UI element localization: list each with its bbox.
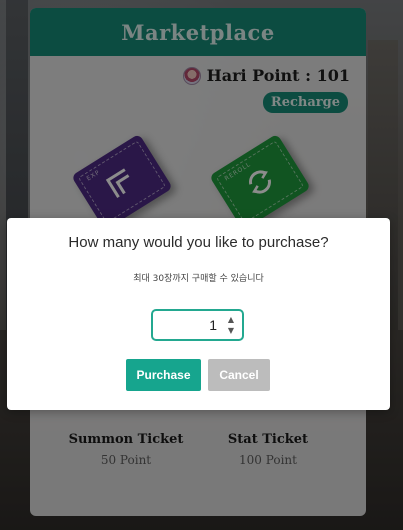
purchase-dialog: How many would you like to purchase? 최대 …: [7, 218, 390, 410]
purchase-button[interactable]: Purchase: [126, 359, 201, 391]
stepper-buttons: ▲ ▼: [225, 314, 237, 336]
increment-icon[interactable]: ▲: [225, 314, 237, 325]
cancel-button[interactable]: Cancel: [208, 359, 270, 391]
decrement-icon[interactable]: ▼: [225, 325, 237, 336]
dialog-subtitle: 최대 30장까지 구매할 수 있습니다: [133, 274, 264, 284]
dialog-title: How many would you like to purchase?: [68, 234, 329, 251]
quantity-input[interactable]: [157, 315, 217, 335]
quantity-stepper: ▲ ▼: [151, 309, 244, 341]
